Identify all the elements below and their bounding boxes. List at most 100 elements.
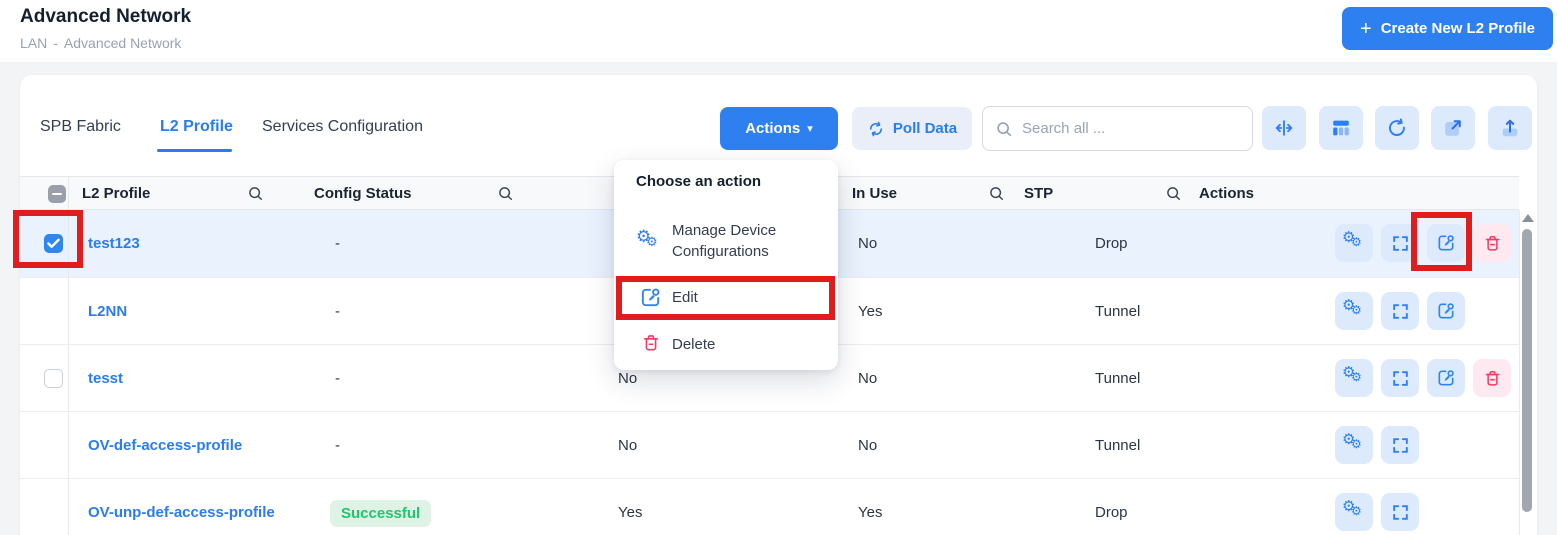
- create-new-l2-profile-button[interactable]: + Create New L2 Profile: [1342, 7, 1553, 50]
- tab-services-configuration[interactable]: Services Configuration: [262, 118, 423, 136]
- trash-icon: [641, 333, 661, 353]
- stp-cell: Tunnel: [1095, 412, 1140, 479]
- menu-title: Choose an action: [636, 173, 761, 190]
- col-header-config-status[interactable]: Config Status: [314, 177, 412, 211]
- col-header-in-use[interactable]: In Use: [852, 177, 897, 211]
- in-use-cell: No: [858, 210, 877, 277]
- menu-item-label: Manage Device Configurations: [672, 220, 834, 262]
- breadcrumb-current: Advanced Network: [64, 35, 182, 51]
- expand-icon: [1391, 302, 1410, 321]
- trash-icon: [1483, 234, 1502, 253]
- open-external-button[interactable]: [1431, 106, 1475, 150]
- tab-spb-fabric[interactable]: SPB Fabric: [40, 118, 121, 136]
- breadcrumb-separator: -: [53, 35, 58, 51]
- menu-item-label: Delete: [672, 336, 715, 353]
- config-status-cell: -: [335, 345, 340, 412]
- config-status-cell: -: [335, 210, 340, 277]
- stp-cell: Drop: [1095, 210, 1128, 277]
- l2-profile-link[interactable]: L2NN: [88, 278, 127, 345]
- edit-icon: [1436, 301, 1456, 321]
- l2-profile-link[interactable]: OV-def-access-profile: [88, 412, 242, 479]
- manage-config-button[interactable]: ⚙⚙: [1335, 359, 1373, 397]
- search-column-icon[interactable]: [1165, 185, 1182, 207]
- active-tab-underline: [157, 149, 232, 152]
- table-columns-button[interactable]: [1319, 106, 1363, 150]
- export-button[interactable]: [1488, 106, 1532, 150]
- poll-data-label: Poll Data: [893, 120, 957, 137]
- trash-icon: [1483, 369, 1502, 388]
- in-use-cell: No: [858, 345, 877, 412]
- search-column-icon[interactable]: [988, 185, 1005, 207]
- menu-item-manage-device-configurations[interactable]: ⚙⚙ Manage Device Configurations: [614, 218, 838, 270]
- manage-config-button[interactable]: ⚙⚙: [1335, 426, 1373, 464]
- edit-icon: [1436, 233, 1456, 253]
- scrollbar-track-border: [1519, 210, 1520, 535]
- col-header-actions: Actions: [1199, 177, 1254, 211]
- poll-data-button[interactable]: Poll Data: [852, 107, 972, 150]
- row-checkbox-checked[interactable]: [44, 234, 63, 253]
- expand-icon: [1391, 503, 1410, 522]
- expand-button[interactable]: [1381, 224, 1419, 262]
- breadcrumb: LAN-Advanced Network: [20, 35, 187, 51]
- table-row[interactable]: OV-unp-def-access-profile Successful Yes…: [20, 478, 1519, 535]
- tab-l2-profile[interactable]: L2 Profile: [160, 118, 233, 136]
- refresh-button[interactable]: [1375, 106, 1419, 150]
- manage-config-button[interactable]: ⚙⚙: [1335, 224, 1373, 262]
- mid-column-cell: Yes: [618, 479, 642, 535]
- stp-cell: Drop: [1095, 479, 1128, 535]
- column-resize-button[interactable]: [1262, 106, 1306, 150]
- manage-config-button[interactable]: ⚙⚙: [1335, 292, 1373, 330]
- l2-profile-link[interactable]: test123: [88, 210, 140, 277]
- l2-profile-link[interactable]: OV-unp-def-access-profile: [88, 479, 275, 535]
- search-column-icon[interactable]: [247, 185, 264, 207]
- table-columns-icon: [1330, 117, 1352, 139]
- config-status-cell: -: [335, 412, 340, 479]
- table-row[interactable]: OV-def-access-profile - No No Tunnel ⚙⚙: [20, 411, 1519, 478]
- chevron-down-icon: ▾: [807, 122, 813, 135]
- l2-profile-link[interactable]: tesst: [88, 345, 123, 412]
- delete-button[interactable]: [1473, 224, 1511, 262]
- stp-cell: Tunnel: [1095, 278, 1140, 345]
- row-checkbox-unchecked[interactable]: [44, 369, 63, 388]
- gears-icon: ⚙⚙: [1343, 232, 1365, 254]
- edit-button[interactable]: [1427, 359, 1465, 397]
- manage-config-button[interactable]: ⚙⚙: [1335, 493, 1373, 531]
- edit-icon: [639, 286, 662, 309]
- expand-button[interactable]: [1381, 426, 1419, 464]
- search-input[interactable]: [1022, 120, 1240, 137]
- stp-cell: Tunnel: [1095, 345, 1140, 412]
- edit-button[interactable]: [1427, 292, 1465, 330]
- open-external-icon: [1442, 117, 1464, 139]
- column-divider: [68, 177, 69, 209]
- menu-item-edit[interactable]: Edit: [614, 282, 838, 314]
- select-all-checkbox-indeterminate[interactable]: [48, 185, 66, 203]
- actions-dropdown-button[interactable]: Actions ▾: [720, 107, 838, 150]
- search-column-icon[interactable]: [497, 185, 514, 207]
- status-badge-successful: Successful: [330, 500, 431, 527]
- plus-icon: +: [1360, 19, 1372, 39]
- actions-dropdown-menu: Choose an action ⚙⚙ Manage Device Config…: [614, 160, 838, 370]
- delete-button[interactable]: [1473, 359, 1511, 397]
- expand-button[interactable]: [1381, 493, 1419, 531]
- edit-button[interactable]: [1427, 224, 1465, 262]
- col-header-l2-profile[interactable]: L2 Profile: [82, 177, 150, 211]
- export-icon: [1499, 117, 1521, 139]
- refresh-icon: [1386, 117, 1408, 139]
- col-header-stp[interactable]: STP: [1024, 177, 1053, 211]
- expand-button[interactable]: [1381, 292, 1419, 330]
- page-title: Advanced Network: [20, 6, 191, 28]
- expand-icon: [1391, 436, 1410, 455]
- menu-item-delete[interactable]: Delete: [614, 328, 838, 360]
- search-box: [982, 106, 1253, 151]
- menu-item-label: Edit: [672, 289, 698, 306]
- column-resize-icon: [1273, 117, 1295, 139]
- scrollbar-thumb[interactable]: [1522, 229, 1532, 512]
- expand-button[interactable]: [1381, 359, 1419, 397]
- search-icon: [995, 120, 1013, 138]
- scrollbar-up-arrow[interactable]: [1522, 214, 1534, 222]
- mid-column-cell: No: [618, 412, 637, 479]
- in-use-cell: No: [858, 412, 877, 479]
- sync-icon: [867, 120, 885, 138]
- gears-icon: ⚙⚙: [1343, 300, 1365, 322]
- breadcrumb-parent[interactable]: LAN: [20, 35, 47, 51]
